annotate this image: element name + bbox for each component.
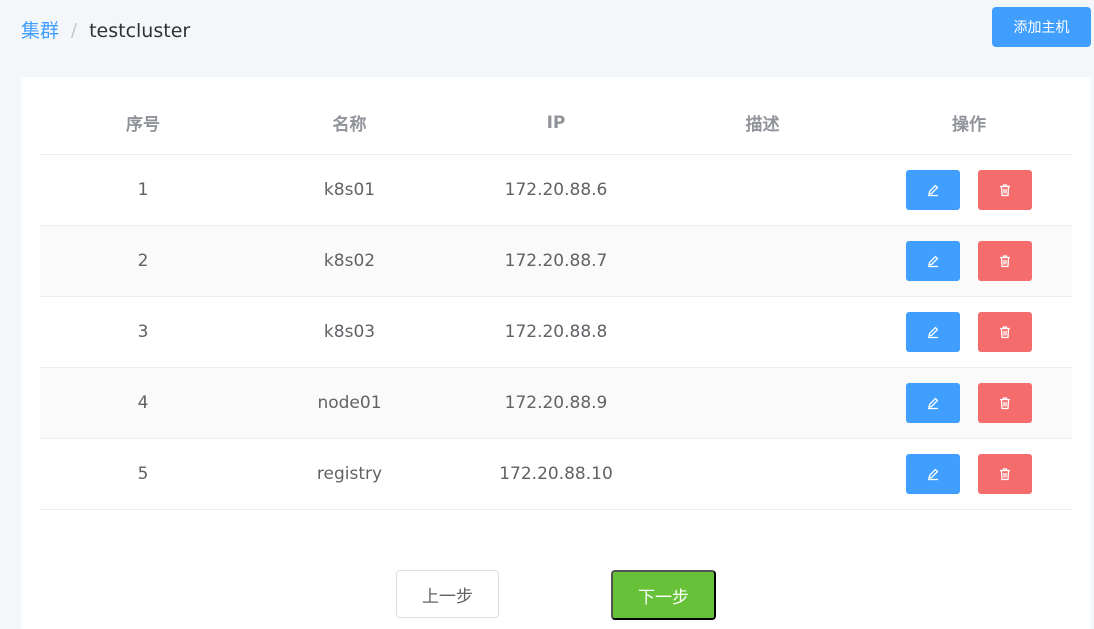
cell-actions <box>866 225 1072 297</box>
row-actions <box>866 312 1072 352</box>
cell-name: k8s03 <box>246 296 453 368</box>
cell-index: 3 <box>40 296 246 368</box>
cell-actions <box>866 367 1072 439</box>
cell-index: 4 <box>40 367 246 439</box>
host-table-card: 序号 名称 IP 描述 操作 1 k8s01 172.20.88.6 2 k8s02 17… <box>21 77 1091 629</box>
edit-button[interactable] <box>906 170 960 210</box>
cell-actions <box>866 438 1072 510</box>
cell-description <box>659 154 866 226</box>
edit-icon <box>926 396 940 410</box>
table-header-row: 序号 名称 IP 描述 操作 <box>40 91 1072 155</box>
cell-description <box>659 225 866 297</box>
edit-button[interactable] <box>906 454 960 494</box>
host-table: 序号 名称 IP 描述 操作 1 k8s01 172.20.88.6 2 k8s02 17… <box>40 91 1072 510</box>
edit-button[interactable] <box>906 383 960 423</box>
edit-icon <box>926 183 940 197</box>
next-step-button[interactable]: 下一步 <box>611 570 716 620</box>
cell-ip: 172.20.88.10 <box>453 438 659 510</box>
table-row: 2 k8s02 172.20.88.7 <box>40 225 1072 297</box>
add-host-button[interactable]: 添加主机 <box>992 7 1091 47</box>
trash-icon <box>998 254 1012 268</box>
delete-button[interactable] <box>978 170 1032 210</box>
column-header-actions: 操作 <box>866 91 1072 155</box>
cell-index: 2 <box>40 225 246 297</box>
cell-ip: 172.20.88.6 <box>453 154 659 226</box>
column-header-description: 描述 <box>659 91 866 155</box>
delete-button[interactable] <box>978 383 1032 423</box>
cell-name: k8s02 <box>246 225 453 297</box>
cell-name: registry <box>246 438 453 510</box>
column-header-index: 序号 <box>40 91 246 155</box>
row-actions <box>866 241 1072 281</box>
previous-step-button[interactable]: 上一步 <box>396 570 499 618</box>
cell-description <box>659 296 866 368</box>
cell-ip: 172.20.88.8 <box>453 296 659 368</box>
edit-icon <box>926 467 940 481</box>
table-row: 3 k8s03 172.20.88.8 <box>40 296 1072 368</box>
edit-button[interactable] <box>906 312 960 352</box>
cell-name: k8s01 <box>246 154 453 226</box>
column-header-name: 名称 <box>246 91 453 155</box>
cell-ip: 172.20.88.9 <box>453 367 659 439</box>
edit-icon <box>926 325 940 339</box>
table-row: 1 k8s01 172.20.88.6 <box>40 154 1072 226</box>
delete-button[interactable] <box>978 312 1032 352</box>
breadcrumb-current: testcluster <box>89 20 191 42</box>
table-body: 1 k8s01 172.20.88.6 2 k8s02 172.20.88.7 3 k8s03… <box>40 154 1072 510</box>
cell-index: 1 <box>40 154 246 226</box>
delete-button[interactable] <box>978 241 1032 281</box>
table-row: 5 registry 172.20.88.10 <box>40 438 1072 510</box>
row-actions <box>866 383 1072 423</box>
row-actions <box>866 170 1072 210</box>
trash-icon <box>998 325 1012 339</box>
breadcrumb-separator: / <box>71 20 78 41</box>
trash-icon <box>998 467 1012 481</box>
trash-icon <box>998 396 1012 410</box>
table-row: 4 node01 172.20.88.9 <box>40 367 1072 439</box>
cell-actions <box>866 154 1072 226</box>
edit-button[interactable] <box>906 241 960 281</box>
cell-actions <box>866 296 1072 368</box>
row-actions <box>866 454 1072 494</box>
cell-name: node01 <box>246 367 453 439</box>
delete-button[interactable] <box>978 454 1032 494</box>
page-header: 集群 / testcluster 添加主机 <box>0 0 1094 76</box>
breadcrumb: 集群 / testcluster <box>21 19 190 43</box>
column-header-ip: IP <box>453 91 659 155</box>
edit-icon <box>926 254 940 268</box>
trash-icon <box>998 183 1012 197</box>
cell-description <box>659 367 866 439</box>
cell-description <box>659 438 866 510</box>
breadcrumb-cluster-link[interactable]: 集群 <box>21 19 59 43</box>
cell-ip: 172.20.88.7 <box>453 225 659 297</box>
cell-index: 5 <box>40 438 246 510</box>
